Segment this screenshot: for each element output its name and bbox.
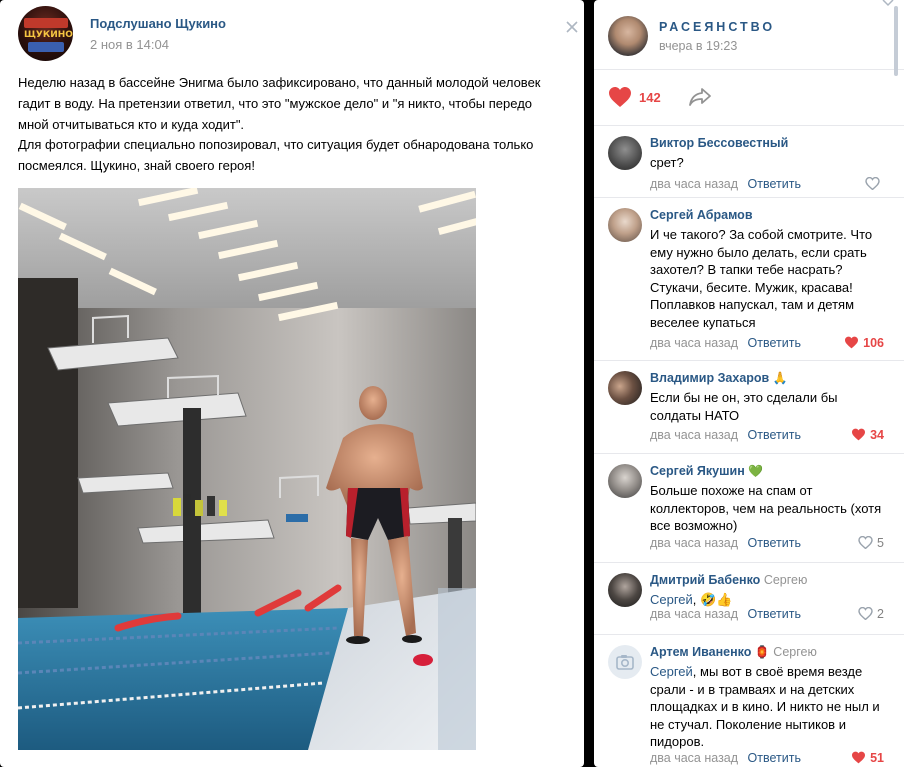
camera-icon: [616, 655, 634, 670]
like-count: 142: [639, 90, 661, 105]
heart-icon: [845, 336, 859, 349]
post-actions: 142: [594, 71, 904, 126]
comment-mention[interactable]: Сергей: [650, 592, 693, 607]
side-author-name[interactable]: РАСЕЯНСТВО: [659, 20, 775, 34]
reply-button[interactable]: Ответить: [748, 336, 801, 350]
comment-text: Больше похоже на спам от коллекторов, че…: [650, 483, 882, 533]
avatar-logo-bar: [24, 18, 68, 28]
comment-author[interactable]: Владимир Захаров 🙏: [650, 371, 788, 385]
comment-time[interactable]: два часа назад: [650, 336, 738, 350]
comment-meta: два часа назад Ответить: [650, 428, 801, 442]
post-author-name[interactable]: Подслушано Щукино: [90, 16, 226, 31]
heart-icon: [865, 176, 880, 191]
comment-like-button[interactable]: 34: [851, 428, 884, 444]
comment-author-name[interactable]: Дмитрий Бабенко: [650, 573, 760, 587]
comment-like-count: 34: [870, 428, 884, 442]
like-button[interactable]: 142: [607, 85, 667, 111]
comment-item: Артем Иваненко 🏮 Сергею Сергей, мы вот в…: [594, 635, 904, 767]
comment-like-count: 51: [870, 751, 884, 765]
comment-text-body: , 🤣👍: [692, 592, 733, 607]
comment-time[interactable]: два часа назад: [650, 177, 738, 191]
reply-button[interactable]: Ответить: [748, 607, 801, 621]
comment-time[interactable]: два часа назад: [650, 428, 738, 442]
comment-reply-to[interactable]: Сергею: [764, 573, 808, 587]
side-header: РАСЕЯНСТВО вчера в 19:23: [594, 0, 904, 76]
heart-icon: [858, 606, 873, 621]
reply-button[interactable]: Ответить: [748, 177, 801, 191]
scrollbar[interactable]: [894, 6, 898, 76]
post-paragraph: Неделю назад в бассейне Энигма было зафи…: [18, 75, 541, 132]
comment-reply-to[interactable]: Сергею: [773, 645, 817, 659]
comment-item: Сергей Якушин 💚 Больше похоже на спам от…: [594, 454, 904, 563]
comment-avatar[interactable]: [608, 464, 642, 498]
post-header: ЩУКИНО Подслушано Щукино 2 ноя в 14:04: [18, 6, 578, 62]
post-photo[interactable]: [18, 188, 476, 750]
comment-author[interactable]: Виктор Бессовестный: [650, 136, 788, 150]
comment-meta: два часа назад Ответить: [650, 607, 801, 621]
heart-icon: [852, 751, 866, 764]
comment-time[interactable]: два часа назад: [650, 607, 738, 621]
comment-text: Сергей, мы вот в своё время везде срали …: [650, 663, 890, 751]
comment-like-count: 106: [863, 336, 884, 350]
comment-author[interactable]: Сергей Якушин 💚: [650, 464, 763, 478]
more-icon[interactable]: [563, 20, 581, 38]
side-author-avatar[interactable]: [608, 16, 648, 56]
comment-text: И че такого? За собой смотрите. Что ему …: [650, 227, 873, 330]
comment-author[interactable]: Дмитрий Бабенко Сергею: [650, 573, 807, 587]
comment-like-button[interactable]: 106: [844, 336, 884, 352]
heart-icon: [609, 87, 631, 107]
comment-author-name[interactable]: Владимир Захаров: [650, 371, 769, 385]
post-paragraph: Для фотографии специально попозировал, ч…: [18, 137, 534, 174]
comment-avatar[interactable]: [608, 136, 642, 170]
comment-avatar[interactable]: [608, 371, 642, 405]
comment-author-name[interactable]: Сергей Абрамов: [650, 208, 753, 222]
share-icon: [689, 88, 711, 106]
comment-meta: два часа назад Ответить: [650, 177, 801, 191]
comment-author-name[interactable]: Сергей Якушин: [650, 464, 745, 478]
heart-icon: [858, 535, 873, 550]
heart-icon: [852, 428, 866, 441]
comment-like-button[interactable]: 51: [851, 751, 884, 767]
post-author-avatar[interactable]: ЩУКИНО: [18, 6, 73, 61]
reply-button[interactable]: Ответить: [748, 536, 801, 550]
comment-author[interactable]: Сергей Абрамов: [650, 208, 753, 222]
comment-time[interactable]: два часа назад: [650, 751, 738, 765]
reply-button[interactable]: Ответить: [748, 751, 801, 765]
comment-text: Сергей, 🤣👍: [650, 591, 890, 609]
comment-meta: два часа назад Ответить: [650, 536, 801, 550]
comment-item: Владимир Захаров 🙏 Если бы не он, это сд…: [594, 361, 904, 454]
comment-text: Если бы не он, это сделали бы солдаты НА…: [650, 390, 838, 423]
pray-emoji-icon: 🙏: [772, 371, 788, 385]
comment-avatar[interactable]: [608, 573, 642, 607]
avatar-logo-text: ЩУКИНО: [24, 30, 73, 40]
post-card: ЩУКИНО Подслушано Щукино 2 ноя в 14:04 Н…: [0, 0, 584, 767]
comment-like-count: 2: [877, 607, 884, 621]
side-date[interactable]: вчера в 19:23: [659, 39, 737, 53]
comment-mention[interactable]: Сергей: [650, 664, 693, 679]
avatar-logo-bar-bottom: [28, 42, 64, 52]
comment-like-button[interactable]: [865, 176, 884, 193]
share-button[interactable]: [688, 87, 714, 109]
reply-button[interactable]: Ответить: [748, 428, 801, 442]
comment-item: Виктор Бессовестный срет? два часа назад…: [594, 126, 904, 198]
green-heart-emoji-icon: 💚: [748, 464, 764, 478]
comment-time[interactable]: два часа назад: [650, 536, 738, 550]
comment-item: Дмитрий Бабенко Сергею Сергей, 🤣👍 два ча…: [594, 563, 904, 635]
comment-like-button[interactable]: 5: [858, 535, 884, 552]
comment-author[interactable]: Артем Иваненко 🏮 Сергею: [650, 645, 817, 659]
comment-avatar[interactable]: [608, 645, 642, 679]
comment-meta: два часа назад Ответить: [650, 751, 801, 765]
lantern-emoji-icon: 🏮: [754, 645, 770, 659]
post-date[interactable]: 2 ноя в 14:04: [90, 37, 169, 52]
comment-item: Сергей Абрамов И че такого? За собой смо…: [594, 198, 904, 361]
comment-author-name[interactable]: Виктор Бессовестный: [650, 136, 788, 150]
comment-like-count: 5: [877, 536, 884, 550]
comments-panel: РАСЕЯНСТВО вчера в 19:23 142 Виктор Бесс…: [594, 0, 904, 767]
comment-author-name[interactable]: Артем Иваненко: [650, 645, 751, 659]
comment-avatar[interactable]: [608, 208, 642, 242]
post-text: Неделю назад в бассейне Энигма было зафи…: [18, 73, 566, 177]
comment-meta: два часа назад Ответить: [650, 336, 801, 350]
comment-text: срет?: [650, 155, 684, 170]
comment-like-button[interactable]: 2: [858, 606, 884, 623]
